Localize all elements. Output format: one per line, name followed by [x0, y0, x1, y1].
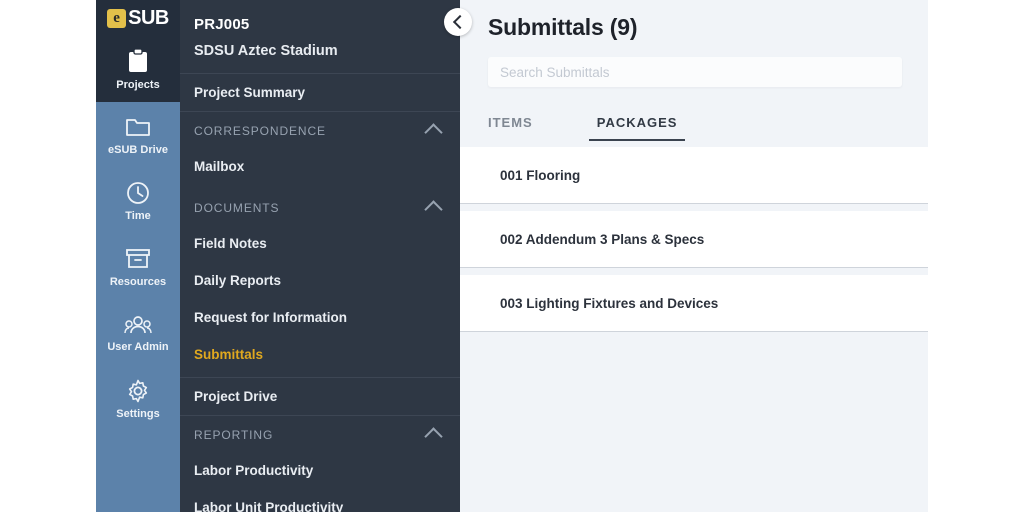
- logo-wordmark: SUB: [128, 7, 169, 29]
- section-body-reporting: Labor Productivity Labor Unit Productivi…: [180, 452, 460, 512]
- clipboard-icon: [126, 47, 150, 74]
- tab-bar: ITEMS PACKAGES: [488, 101, 902, 141]
- list-item[interactable]: 002 Addendum 3 Plans & Specs: [460, 211, 928, 268]
- rail-item-label: Time: [125, 209, 151, 222]
- collapse-panel-button[interactable]: [444, 8, 472, 36]
- rail-item-label: Projects: [116, 78, 160, 91]
- menu-item-labor-productivity[interactable]: Labor Productivity: [180, 452, 460, 489]
- section-body-correspondence: Mailbox: [180, 148, 460, 189]
- chevron-up-icon: [424, 123, 443, 142]
- section-title: REPORTING: [194, 427, 274, 442]
- tab-packages[interactable]: PACKAGES: [588, 115, 686, 141]
- logo-badge-icon: e: [107, 8, 127, 28]
- section-title: DOCUMENTS: [194, 200, 280, 215]
- list-item[interactable]: 003 Lighting Fixtures and Devices: [460, 275, 928, 332]
- esub-logo[interactable]: e SUB: [96, 0, 180, 36]
- menu-item-daily-reports[interactable]: Daily Reports: [180, 262, 460, 299]
- rail-item-resources[interactable]: Resources: [96, 234, 180, 300]
- folder-icon: [125, 115, 151, 139]
- section-header-documents[interactable]: DOCUMENTS: [180, 189, 460, 225]
- menu-item-submittals[interactable]: Submittals: [180, 336, 460, 373]
- rail-item-user-admin[interactable]: User Admin: [96, 300, 180, 366]
- section-body-documents: Field Notes Daily Reports Request for In…: [180, 225, 460, 377]
- gear-icon: [126, 379, 150, 403]
- project-menu-panel: PRJ005 SDSU Aztec Stadium Project Summar…: [180, 0, 460, 512]
- menu-item-project-drive[interactable]: Project Drive: [180, 378, 460, 415]
- tab-items[interactable]: ITEMS: [488, 115, 533, 141]
- search-container: Search Submittals: [460, 41, 928, 87]
- submittals-panel: Submittals (9) Search Submittals ITEMS P…: [460, 0, 928, 512]
- list-item[interactable]: 001 Flooring: [460, 147, 928, 204]
- rail-item-settings[interactable]: Settings: [96, 366, 180, 432]
- rail-item-label: User Admin: [107, 340, 169, 353]
- chevron-up-icon: [424, 427, 443, 446]
- rail-item-label: eSUB Drive: [108, 143, 168, 156]
- menu-item-request-for-information[interactable]: Request for Information: [180, 299, 460, 336]
- page-title: Submittals (9): [488, 14, 638, 40]
- users-icon: [124, 314, 152, 336]
- menu-item-labor-unit-productivity[interactable]: Labor Unit Productivity: [180, 489, 460, 512]
- menu-item-mailbox[interactable]: Mailbox: [180, 148, 460, 185]
- search-input[interactable]: Search Submittals: [488, 57, 902, 87]
- app-window: e SUB Projects eSUB Drive Time Resources…: [0, 0, 1024, 512]
- project-name: SDSU Aztec Stadium: [194, 43, 338, 59]
- menu-item-project-summary[interactable]: Project Summary: [180, 74, 460, 111]
- primary-nav-rail: e SUB Projects eSUB Drive Time Resources…: [96, 0, 180, 512]
- clock-icon: [126, 181, 150, 205]
- rail-item-label: Resources: [109, 275, 167, 288]
- section-header-reporting[interactable]: REPORTING: [180, 416, 460, 452]
- rail-item-projects[interactable]: Projects: [96, 36, 180, 102]
- rail-item-esub-drive[interactable]: eSUB Drive: [96, 102, 180, 168]
- rail-item-time[interactable]: Time: [96, 168, 180, 234]
- rail-item-label: Settings: [116, 407, 160, 420]
- project-header: PRJ005 SDSU Aztec Stadium: [180, 0, 460, 73]
- menu-item-field-notes[interactable]: Field Notes: [180, 225, 460, 262]
- section-title: CORRESPONDENCE: [194, 123, 326, 138]
- chevron-left-icon: [452, 14, 467, 30]
- project-code: PRJ005: [194, 16, 250, 33]
- section-header-correspondence[interactable]: CORRESPONDENCE: [180, 112, 460, 148]
- archive-box-icon: [125, 247, 151, 271]
- chevron-up-icon: [424, 200, 443, 219]
- packages-list: 001 Flooring 002 Addendum 3 Plans & Spec…: [460, 147, 928, 332]
